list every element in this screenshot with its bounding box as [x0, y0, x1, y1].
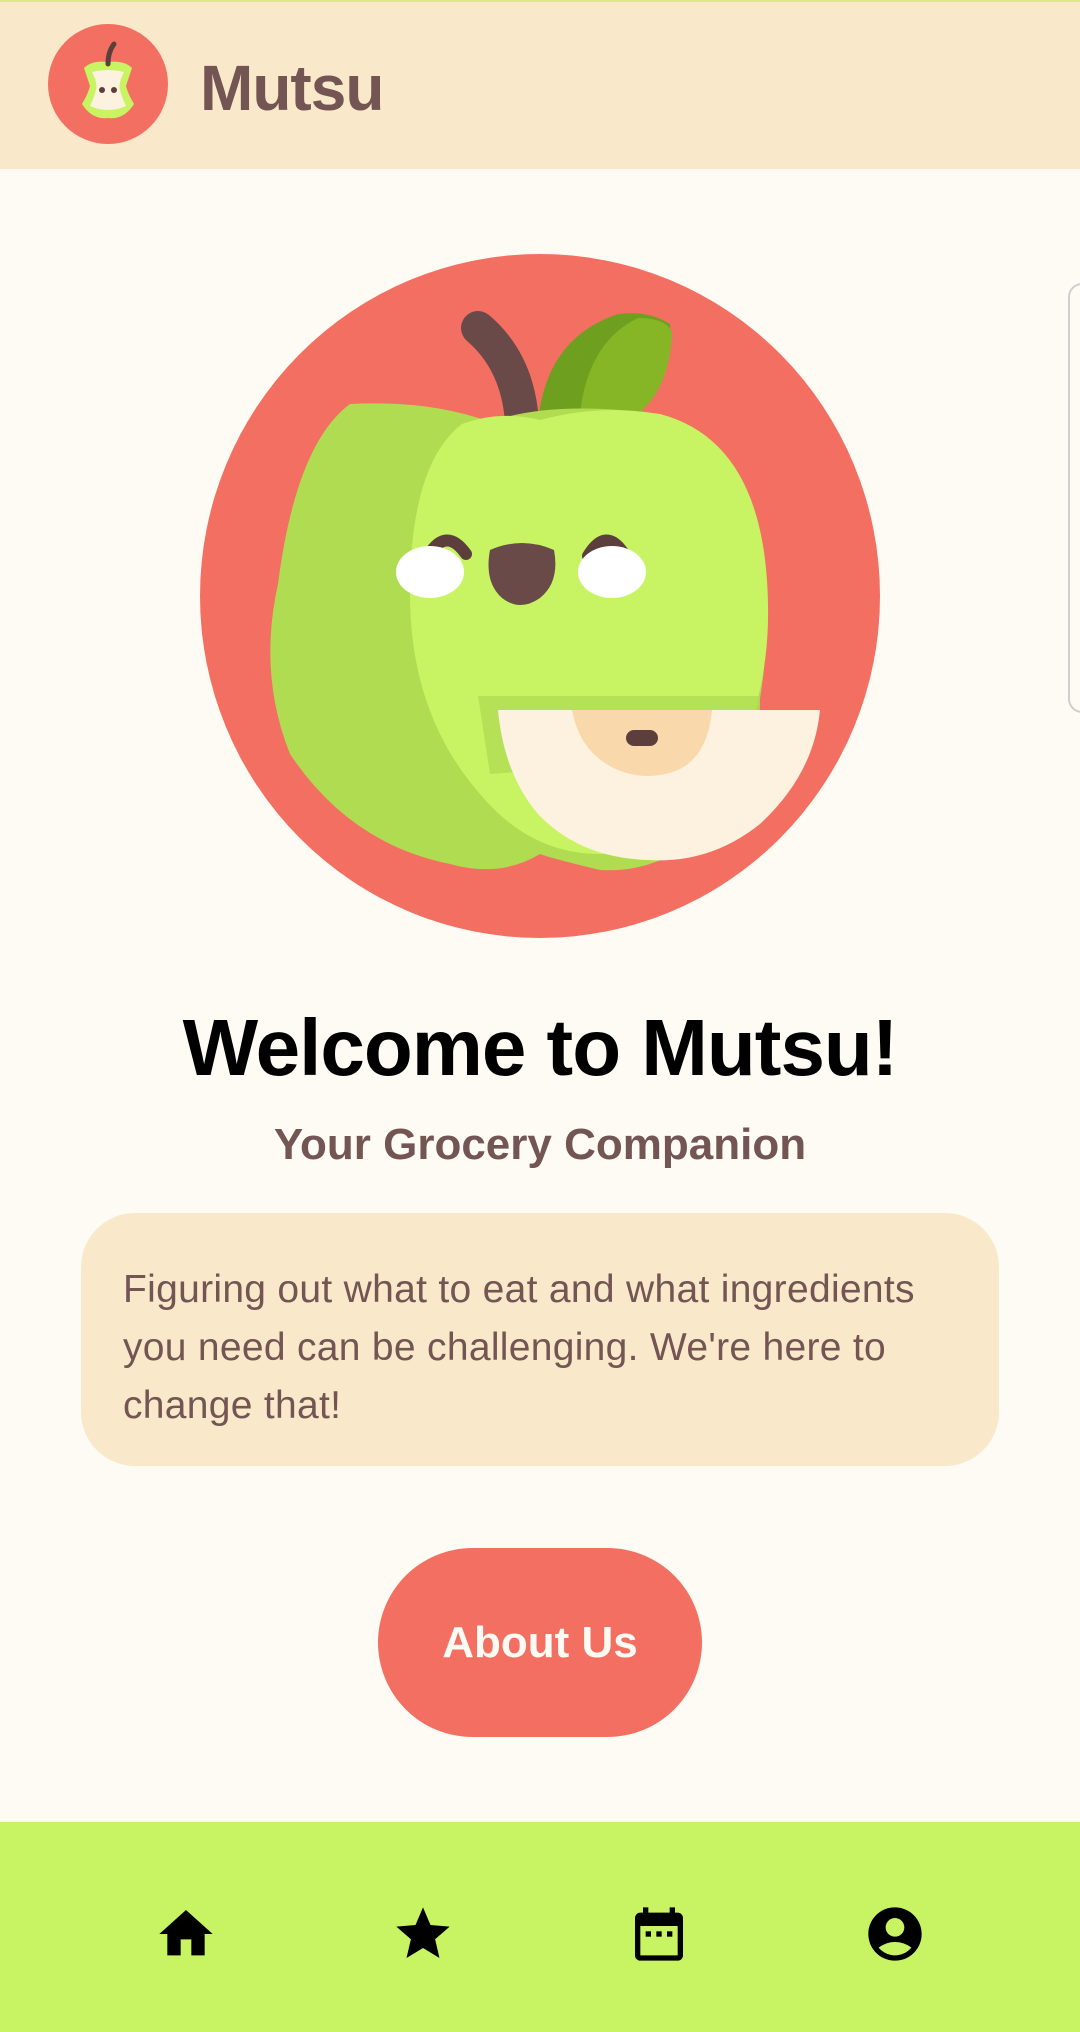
welcome-title: Welcome to Mutsu! [182, 1003, 899, 1092]
smiling-green-apple-icon [200, 254, 880, 938]
nav-favorites-button[interactable] [391, 1902, 455, 1966]
account-circle-icon [868, 1907, 922, 1961]
app-screen: Mutsu Welcome to Mutsu! Your Grocery Com… [0, 0, 1080, 2032]
nav-profile-button[interactable] [863, 1902, 927, 1966]
info-card: Figuring out what to eat and what ingred… [81, 1213, 999, 1466]
about-us-button[interactable]: About Us [378, 1548, 702, 1737]
top-app-bar: Mutsu [0, 0, 1080, 169]
home-icon [159, 1910, 213, 1956]
nav-calendar-button[interactable] [627, 1902, 691, 1966]
app-title: Mutsu [200, 52, 384, 124]
star-icon [396, 1907, 450, 1958]
info-text: Figuring out what to eat and what ingred… [123, 1268, 915, 1427]
calendar-icon [635, 1907, 683, 1961]
apple-core-icon [48, 24, 168, 144]
nav-home-button[interactable] [154, 1902, 218, 1966]
edge-panel-handle[interactable] [1068, 283, 1080, 713]
bottom-navigation-bar [0, 1822, 1080, 2032]
welcome-subtitle: Your Grocery Companion [273, 1120, 807, 1169]
